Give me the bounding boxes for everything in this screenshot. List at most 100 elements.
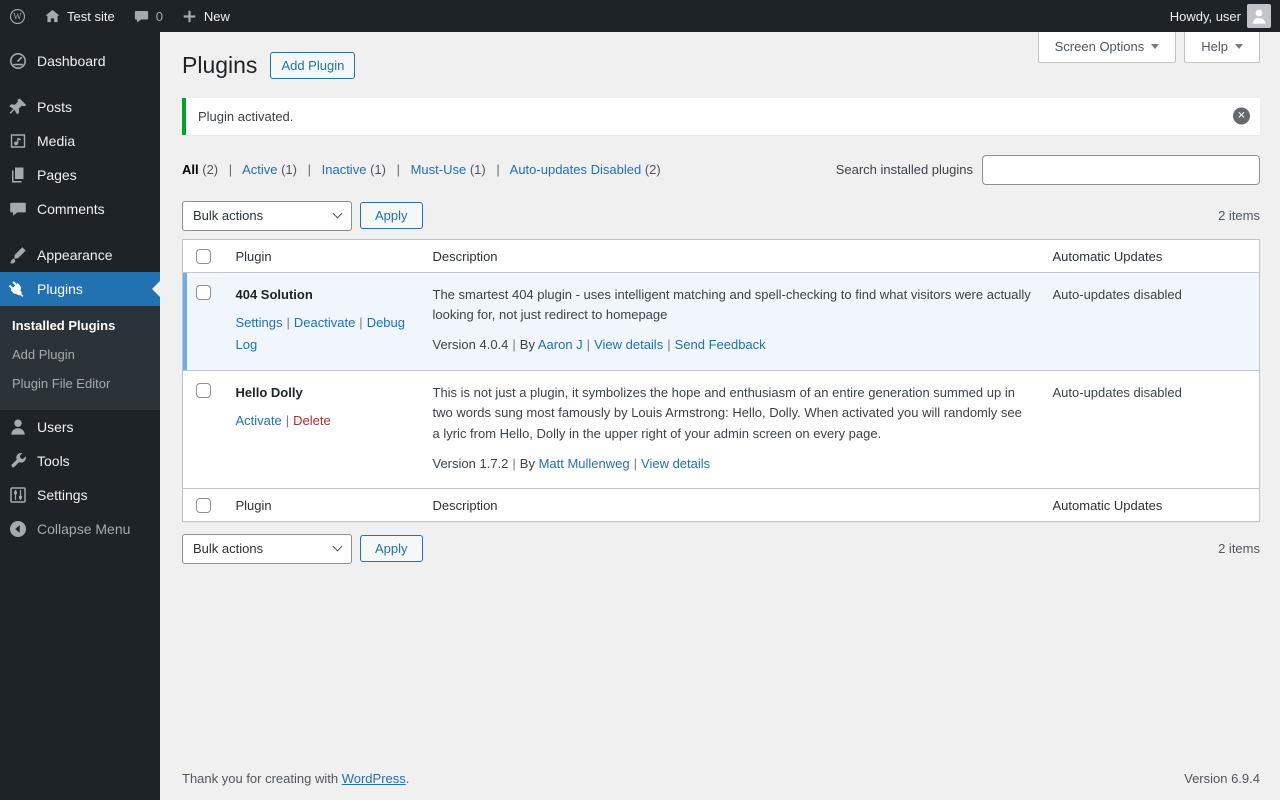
sidebar-label: Dashboard xyxy=(37,53,106,69)
filter-must-use-count: (1) xyxy=(469,162,486,178)
my-account-menu[interactable]: Howdy, user xyxy=(1161,0,1280,32)
sidebar-item-media[interactable]: Media xyxy=(0,124,160,158)
separator: | xyxy=(285,413,290,429)
column-description: Description xyxy=(422,487,1043,522)
row-actions: Activate | Delete xyxy=(236,410,413,432)
separator: | xyxy=(228,162,233,178)
bulk-actions-select[interactable]: Bulk actions xyxy=(182,533,352,564)
filter-auto-updates-disabled[interactable]: Auto-updates Disabled xyxy=(510,162,642,177)
column-description: Description xyxy=(422,239,1043,273)
filter-all[interactable]: All xyxy=(182,162,199,177)
separator: | xyxy=(512,337,516,353)
pages-icon xyxy=(12,167,24,183)
sidebar-item-plugins[interactable]: Plugins xyxy=(0,272,160,306)
content-area: Screen Options Help Plugins Add Plugin P… xyxy=(160,32,1280,800)
comments-menu[interactable]: 0 xyxy=(124,0,172,32)
help-button[interactable]: Help xyxy=(1184,32,1260,63)
submenu-installed-plugins[interactable]: Installed Plugins xyxy=(0,311,160,340)
column-plugin: Plugin xyxy=(225,487,423,522)
site-name-menu[interactable]: Test site xyxy=(35,0,124,32)
view-details-link[interactable]: View details xyxy=(594,337,663,352)
deactivate-link[interactable]: Deactivate xyxy=(294,315,355,330)
sidebar-item-dashboard[interactable]: Dashboard xyxy=(0,44,160,78)
footer-thanks: Thank you for creating with WordPress. xyxy=(182,771,409,786)
add-plugin-button[interactable]: Add Plugin xyxy=(270,52,356,80)
submenu-plugin-file-editor[interactable]: Plugin File Editor xyxy=(0,369,160,398)
filter-active[interactable]: Active xyxy=(242,162,277,177)
dismiss-notice-icon[interactable]: ✕ xyxy=(1233,107,1250,125)
sidebar-item-appearance[interactable]: Appearance xyxy=(0,238,160,272)
sidebar-item-users[interactable]: Users xyxy=(0,410,160,444)
filter-must-use[interactable]: Must-Use xyxy=(411,162,467,177)
view-details-link[interactable]: View details xyxy=(641,456,710,471)
home-icon xyxy=(45,9,60,22)
chevron-down-icon xyxy=(332,208,343,219)
users-icon xyxy=(11,419,25,435)
settings-link[interactable]: Settings xyxy=(236,315,283,330)
separator: | xyxy=(512,455,516,471)
separator: | xyxy=(359,315,363,331)
plugins-submenu: Installed Plugins Add Plugin Plugin File… xyxy=(0,306,160,410)
wordpress-link[interactable]: WordPress xyxy=(342,771,406,786)
bulk-actions-value: Bulk actions xyxy=(193,208,264,224)
svg-text:W: W xyxy=(13,11,22,21)
delete-link[interactable]: Delete xyxy=(293,413,331,428)
table-header: Plugin Description Automatic Updates xyxy=(182,239,1260,273)
main-layout: Dashboard Posts Media Pages Comments App… xyxy=(0,32,1280,800)
wordpress-menu[interactable]: W xyxy=(0,0,35,32)
by-label: By xyxy=(519,337,535,353)
sidebar-label: Comments xyxy=(37,201,105,217)
notice-message: Plugin activated. xyxy=(198,108,294,124)
sidebar-item-posts[interactable]: Posts xyxy=(0,90,160,124)
apply-button[interactable]: Apply xyxy=(360,202,423,230)
admin-bar: W Test site 0 New Howdy, user xyxy=(0,0,1280,32)
plugin-version: Version 4.0.4 xyxy=(432,337,509,353)
sidebar-item-comments[interactable]: Comments xyxy=(0,192,160,226)
notice-success: Plugin activated. ✕ xyxy=(182,97,1260,135)
author-link[interactable]: Matt Mullenweg xyxy=(539,456,630,471)
collapse-menu-button[interactable]: Collapse Menu xyxy=(0,512,160,546)
plugin-meta: Version 4.0.4 | By Aaron J | View details | Se… xyxy=(433,335,1033,355)
tablenav-top: Bulk actions Apply 2 items xyxy=(182,200,1260,231)
footer-period: . xyxy=(405,771,410,786)
table-row-hello-dolly: Hello Dolly Activate | Delete This is not … xyxy=(182,370,1260,489)
search-input[interactable] xyxy=(982,154,1260,185)
howdy-text: Howdy, user xyxy=(1169,8,1241,24)
sidebar-separator xyxy=(0,78,160,90)
send-feedback-link[interactable]: Send Feedback xyxy=(675,337,766,352)
new-content-menu[interactable]: New xyxy=(172,0,239,32)
screen-options-label: Screen Options xyxy=(1054,39,1145,54)
filter-active-count: (1) xyxy=(281,162,297,178)
appearance-icon xyxy=(9,247,26,264)
pin-icon xyxy=(9,98,27,115)
sidebar-item-settings[interactable]: Settings xyxy=(0,478,160,512)
comments-icon xyxy=(10,202,26,216)
row-actions: Settings | Deactivate | Debug Log xyxy=(236,312,413,356)
sidebar-label: Plugins xyxy=(37,281,83,297)
submenu-add-plugin[interactable]: Add Plugin xyxy=(0,340,160,369)
comment-bubble-icon xyxy=(134,10,148,23)
wordpress-logo-icon: W xyxy=(9,8,26,24)
apply-button[interactable]: Apply xyxy=(360,535,423,563)
filter-auto-updates-disabled-count: (2) xyxy=(644,162,661,178)
row-checkbox[interactable] xyxy=(196,383,211,399)
tools-icon xyxy=(11,452,26,468)
author-link[interactable]: Aaron J xyxy=(538,337,583,352)
sidebar-item-tools[interactable]: Tools xyxy=(0,444,160,478)
row-checkbox[interactable] xyxy=(196,284,211,300)
screen-options-button[interactable]: Screen Options xyxy=(1037,32,1177,63)
activate-link[interactable]: Activate xyxy=(236,413,282,428)
separator: | xyxy=(286,315,290,331)
filter-inactive[interactable]: Inactive xyxy=(322,162,367,177)
sidebar-item-pages[interactable]: Pages xyxy=(0,158,160,192)
plugin-meta: Version 1.7.2 | By Matt Mullenweg | View det… xyxy=(433,454,1033,474)
footer-version: Version 6.9.4 xyxy=(1184,771,1260,786)
filter-row: All (2) | Active (1) | Inactive (1) | Mu… xyxy=(182,154,1260,185)
select-all-checkbox[interactable] xyxy=(196,497,211,513)
sidebar-label: Appearance xyxy=(37,247,113,263)
bulk-actions-select[interactable]: Bulk actions xyxy=(182,200,352,231)
table-footer: Plugin Description Automatic Updates xyxy=(182,487,1260,522)
select-all-checkbox[interactable] xyxy=(196,248,211,264)
auto-updates-status: Auto-updates disabled xyxy=(1042,272,1260,371)
sidebar-label: Collapse Menu xyxy=(37,521,131,537)
